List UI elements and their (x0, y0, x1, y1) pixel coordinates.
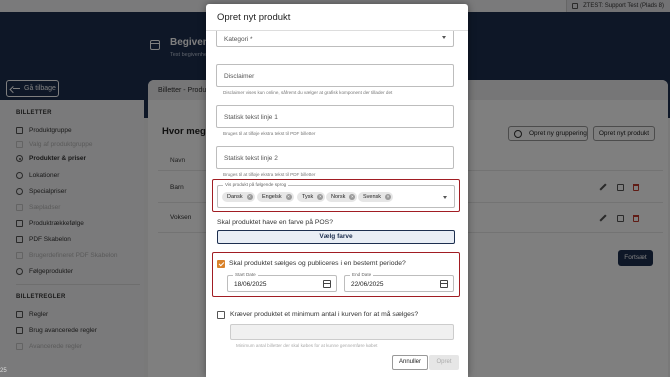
cancel-button[interactable]: Annuller (392, 355, 428, 370)
static-text-line-2-input[interactable]: Statisk tekst linje 2 (216, 146, 454, 169)
calendar-icon[interactable] (440, 280, 448, 288)
disclaimer-helper: Disclaimer vises kun online, såfremt du … (223, 90, 393, 95)
minimum-quantity-question: Kræver produktet et minimum antal i kurv… (230, 311, 419, 318)
start-date-label: Start Date (233, 272, 258, 277)
remove-chip-icon[interactable]: × (246, 194, 253, 200)
color-question: Skal produktet have en farve på POS? (217, 219, 333, 226)
language-chip-tysk[interactable]: Tysk × (297, 192, 326, 202)
language-chip-engelsk[interactable]: Engelsk × (257, 192, 294, 202)
end-date-input[interactable]: End Date 22/06/2025 (344, 272, 454, 292)
dialog-title: Opret nyt produkt (217, 12, 291, 23)
period-question: Skal produktet sælges og publiceres i en… (229, 260, 406, 267)
dialog-footer: Annuller Opret (206, 348, 468, 377)
calendar-icon[interactable] (323, 280, 331, 288)
remove-chip-icon[interactable]: × (317, 194, 324, 200)
end-date-label: End Date (350, 272, 374, 277)
create-product-dialog: Opret nyt produkt Kategori * Disclaimer … (206, 4, 468, 377)
start-date-input[interactable]: Start Date 18/06/2025 (227, 272, 337, 292)
language-label: Vis produkt på følgende sprog (223, 182, 289, 187)
disclaimer-input[interactable]: Disclaimer (216, 64, 454, 87)
minimum-quantity-input[interactable] (230, 324, 454, 340)
period-checkbox[interactable] (217, 260, 225, 268)
end-date-value: 22/06/2025 (351, 281, 384, 288)
remove-chip-icon[interactable]: × (385, 194, 392, 200)
remove-chip-icon[interactable]: × (285, 194, 292, 200)
remove-chip-icon[interactable]: × (349, 194, 356, 200)
category-select[interactable]: Kategori * (216, 31, 454, 47)
chevron-down-icon (442, 36, 446, 39)
choose-color-button[interactable]: Vælg farve (217, 230, 455, 244)
static-text-line-1-input[interactable]: Statisk tekst linje 1 (216, 105, 454, 128)
category-select-value: Kategori * (224, 36, 253, 43)
language-highlight-box: Vis produkt på følgende sprog Dansk × Eng… (212, 179, 460, 212)
language-chip-dansk[interactable]: Dansk × (222, 192, 255, 202)
static-text-line-1-helper: Bruges til at tilføje ekstra tekst til P… (223, 131, 316, 136)
start-date-value: 18/06/2025 (234, 281, 267, 288)
period-highlight-box: Skal produktet sælges og publiceres i en… (212, 252, 460, 297)
language-multiselect[interactable]: Vis produkt på følgende sprog Dansk × Eng… (217, 182, 455, 208)
corner-text: 25 (0, 368, 7, 374)
dialog-body[interactable]: Kategori * Disclaimer Disclaimer vises k… (206, 31, 468, 348)
chevron-down-icon[interactable] (443, 196, 447, 199)
static-text-line-2-helper: Bruges til at tilføje ekstra tekst til P… (223, 172, 316, 177)
language-chip-svensk[interactable]: Svensk × (358, 192, 394, 202)
create-button[interactable]: Opret (429, 355, 459, 370)
minimum-quantity-checkbox[interactable] (217, 311, 225, 319)
language-chip-norsk[interactable]: Norsk × (326, 192, 358, 202)
